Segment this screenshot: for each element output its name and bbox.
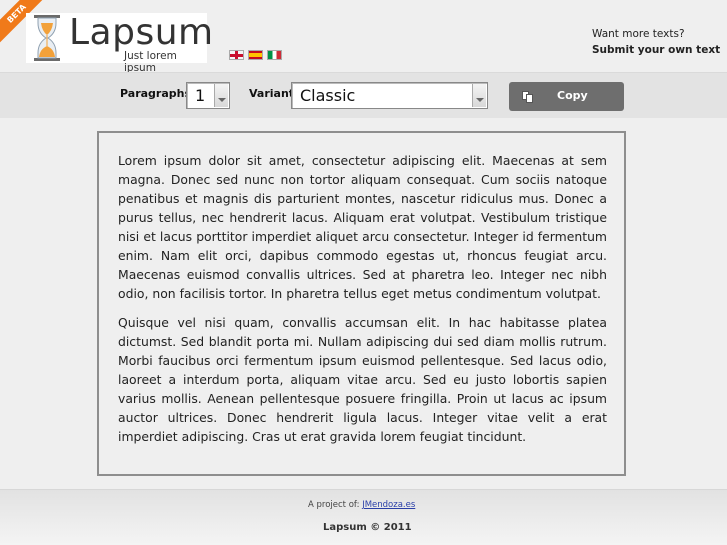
flag-it-icon[interactable] (267, 50, 282, 60)
hourglass-icon (34, 15, 60, 61)
header: BETA Lapsum Just lorem ipsum Want more t… (0, 0, 727, 74)
lorem-text-box[interactable]: Lorem ipsum dolor sit amet, consectetur … (97, 131, 626, 476)
project-credit: A project of: JMendoza.es (308, 500, 415, 510)
copy-icon (522, 91, 534, 103)
copyright: Lapsum © 2011 (323, 522, 412, 533)
copy-label: Copy (557, 89, 588, 102)
variant-select[interactable]: Classic (291, 82, 488, 109)
paragraph-2: Quisque vel nisi quam, convallis accumsa… (118, 315, 607, 444)
paragraphs-value: 1 (195, 86, 206, 105)
chevron-down-icon (214, 84, 228, 107)
project-prefix: A project of: (308, 500, 360, 510)
variant-value: Classic (300, 86, 356, 105)
flag-uk-icon[interactable] (229, 50, 244, 60)
logo[interactable]: Lapsum Just lorem ipsum (26, 12, 213, 74)
paragraph-1: Lorem ipsum dolor sit amet, consectetur … (118, 153, 607, 301)
flag-es-icon[interactable] (248, 50, 263, 60)
footer: A project of: JMendoza.es Lapsum © 2011 (0, 489, 727, 545)
copy-button[interactable]: Copy (509, 82, 624, 111)
paragraphs-label: Paragraphs (120, 87, 192, 100)
submit-own-text-link[interactable]: Submit your own text (592, 44, 720, 56)
paragraphs-select[interactable]: 1 (186, 82, 230, 109)
logo-title: Lapsum (69, 12, 214, 53)
language-flags (229, 50, 282, 60)
want-more-text: Want more texts? (592, 28, 685, 40)
toolbar: Paragraphs 1 Variant Classic Copy (0, 72, 727, 118)
logo-subtitle: Just lorem ipsum (124, 50, 177, 74)
variant-label: Variant (249, 87, 295, 100)
jmendoza-link[interactable]: JMendoza.es (362, 500, 415, 510)
chevron-down-icon (472, 84, 486, 107)
